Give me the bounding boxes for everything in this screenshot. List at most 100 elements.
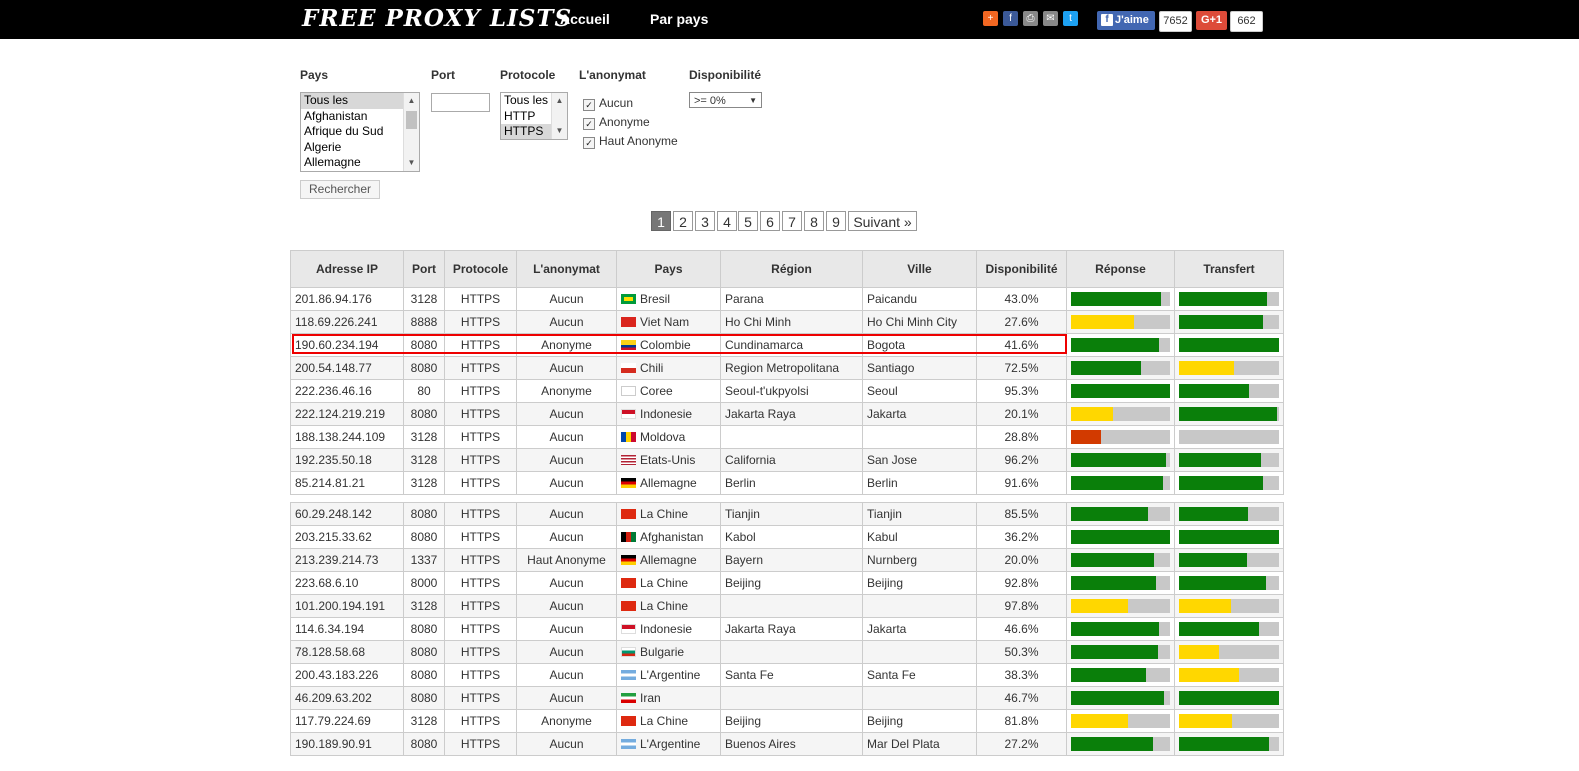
search-button[interactable]: Rechercher: [300, 180, 380, 199]
response-bar-fill: [1071, 407, 1113, 421]
page-link[interactable]: 6: [760, 211, 780, 231]
table-row[interactable]: 200.43.183.226 8080 HTTPS Aucun L'Argentine S…: [290, 663, 1284, 687]
cell-region: Beijing: [720, 709, 863, 733]
scroll-down-icon[interactable]: ▼: [404, 157, 419, 169]
pays-option[interactable]: Afghanistan: [301, 109, 419, 125]
anonymat-anonyme-checkbox[interactable]: ✓ Anonyme: [583, 115, 650, 130]
cell-pays: Indonesie: [616, 402, 721, 426]
port-input[interactable]: [431, 93, 490, 112]
page-link[interactable]: 7: [782, 211, 802, 231]
facebook-share-icon[interactable]: f: [1003, 11, 1018, 26]
cell-disponibilite: 36.2%: [976, 525, 1067, 549]
scroll-up-icon[interactable]: ▲: [552, 95, 567, 107]
cell-protocole: HTTPS: [444, 617, 517, 641]
col-header-reponse[interactable]: Réponse: [1066, 250, 1175, 288]
col-header-ville[interactable]: Ville: [862, 250, 977, 288]
nav-par-pays[interactable]: Par pays: [650, 11, 708, 27]
response-bar: [1071, 476, 1170, 490]
cell-protocole: HTTPS: [444, 640, 517, 664]
table-row[interactable]: 213.239.214.73 1337 HTTPS Haut Anonyme Allem…: [290, 548, 1284, 572]
pays-option[interactable]: Tous les: [301, 93, 419, 109]
col-header-ip[interactable]: Adresse IP: [290, 250, 404, 288]
table-row[interactable]: 114.6.34.194 8080 HTTPS Aucun Indonesie Jakar…: [290, 617, 1284, 641]
page-link[interactable]: 1: [651, 211, 671, 231]
col-header-port[interactable]: Port: [403, 250, 445, 288]
page-link[interactable]: 2: [673, 211, 693, 231]
table-row[interactable]: 203.215.33.62 8080 HTTPS Aucun Afghanistan Ka…: [290, 525, 1284, 549]
pays-listbox[interactable]: Tous les Afghanistan Afrique du Sud Alge…: [300, 92, 420, 172]
page-link[interactable]: 4: [717, 211, 737, 231]
cell-port: 80: [403, 379, 445, 403]
addthis-share-icon[interactable]: +: [983, 11, 998, 26]
table-row[interactable]: 118.69.226.241 8888 HTTPS Aucun Viet Nam Ho C…: [290, 310, 1284, 334]
scroll-up-icon[interactable]: ▲: [404, 95, 419, 107]
table-row[interactable]: 60.29.248.142 8080 HTTPS Aucun La Chine Tianj…: [290, 502, 1284, 526]
scroll-thumb[interactable]: [406, 111, 417, 129]
table-row[interactable]: 101.200.194.191 3128 HTTPS Aucun La Chine 97.…: [290, 594, 1284, 618]
flag-icon: [621, 624, 636, 634]
cell-response-bar: [1066, 287, 1175, 311]
site-logo[interactable]: FREE PROXY LISTS: [302, 5, 572, 32]
table-row[interactable]: 78.128.58.68 8080 HTTPS Aucun Bulgarie 50.3%: [290, 640, 1284, 664]
checkmark-icon[interactable]: ✓: [583, 137, 595, 149]
page-link[interactable]: 5: [738, 211, 758, 231]
gplus-button[interactable]: G+1: [1196, 11, 1227, 30]
table-row[interactable]: 85.214.81.21 3128 HTTPS Aucun Allemagne Berli…: [290, 471, 1284, 495]
anonymat-haut-checkbox[interactable]: ✓ Haut Anonyme: [583, 134, 678, 149]
col-header-disponibilite[interactable]: Disponibilité: [976, 250, 1067, 288]
cell-pays: Moldova: [616, 425, 721, 449]
cell-protocole: HTTPS: [444, 448, 517, 472]
col-header-anonymat[interactable]: L'anonymat: [516, 250, 617, 288]
scroll-down-icon[interactable]: ▼: [552, 125, 567, 137]
flag-icon: [621, 432, 636, 442]
table-row[interactable]: 190.60.234.194 8080 HTTPS Anonyme Colombie Cu…: [290, 333, 1284, 357]
table-row[interactable]: 223.68.6.10 8000 HTTPS Aucun La Chine Beijing…: [290, 571, 1284, 595]
page-link[interactable]: 9: [826, 211, 846, 231]
pays-option[interactable]: Afrique du Sud: [301, 124, 419, 140]
page-link[interactable]: 3: [695, 211, 715, 231]
col-header-pays[interactable]: Pays: [616, 250, 721, 288]
table-row[interactable]: 190.189.90.91 8080 HTTPS Aucun L'Argentine Bu…: [290, 732, 1284, 756]
page-link[interactable]: 8: [804, 211, 824, 231]
anonymat-aucun-checkbox[interactable]: ✓ Aucun: [583, 96, 633, 111]
country-name: Afghanistan: [640, 530, 704, 544]
cell-response-bar: [1066, 310, 1175, 334]
cell-pays: Colombie: [616, 333, 721, 357]
table-row[interactable]: 222.124.219.219 8080 HTTPS Aucun Indonesie Ja…: [290, 402, 1284, 426]
print-icon[interactable]: ⎙: [1023, 11, 1038, 26]
next-page-link[interactable]: Suivant »: [848, 211, 917, 231]
cell-port: 8080: [403, 686, 445, 710]
cell-region: [720, 686, 863, 710]
cell-region: Santa Fe: [720, 663, 863, 687]
checkmark-icon[interactable]: ✓: [583, 118, 595, 130]
col-header-protocole[interactable]: Protocole: [444, 250, 517, 288]
table-row[interactable]: 188.138.244.109 3128 HTTPS Aucun Moldova 28.8…: [290, 425, 1284, 449]
col-header-region[interactable]: Région: [720, 250, 863, 288]
pays-option[interactable]: Allemagne: [301, 155, 419, 171]
facebook-like-button[interactable]: f J'aime: [1097, 11, 1155, 30]
checkbox-label: Haut Anonyme: [599, 134, 678, 148]
response-bar-fill: [1071, 530, 1170, 544]
table-row[interactable]: 117.79.224.69 3128 HTTPS Anonyme La Chine Bei…: [290, 709, 1284, 733]
table-row[interactable]: 200.54.148.77 8080 HTTPS Aucun Chili Region M…: [290, 356, 1284, 380]
table-row[interactable]: 222.236.46.16 80 HTTPS Anonyme Coree Seoul-t'…: [290, 379, 1284, 403]
protocole-scrollbar[interactable]: ▲ ▼: [551, 93, 567, 139]
protocole-listbox[interactable]: Tous les HTTP HTTPS ▲ ▼: [500, 92, 568, 140]
cell-response-bar: [1066, 640, 1175, 664]
table-row[interactable]: 192.235.50.18 3128 HTTPS Aucun Etats-Unis Cal…: [290, 448, 1284, 472]
pays-option[interactable]: Algerie: [301, 140, 419, 156]
pays-scrollbar[interactable]: ▲ ▼: [403, 93, 419, 171]
table-row[interactable]: 201.86.94.176 3128 HTTPS Aucun Bresil Parana P…: [290, 287, 1284, 311]
cell-anonymat: Aucun: [516, 686, 617, 710]
nav-accueil[interactable]: Accueil: [560, 11, 610, 27]
country-name: Etats-Unis: [640, 453, 696, 467]
col-header-transfert[interactable]: Transfert: [1174, 250, 1284, 288]
cell-response-bar: [1066, 379, 1175, 403]
checkmark-icon[interactable]: ✓: [583, 99, 595, 111]
twitter-share-icon[interactable]: t: [1063, 11, 1078, 26]
cell-protocole: HTTPS: [444, 502, 517, 526]
table-row[interactable]: 46.209.63.202 8080 HTTPS Aucun Iran 46.7%: [290, 686, 1284, 710]
cell-disponibilite: 96.2%: [976, 448, 1067, 472]
disponibilite-select[interactable]: >= 0% ▼: [689, 92, 762, 108]
email-icon[interactable]: ✉: [1043, 11, 1058, 26]
